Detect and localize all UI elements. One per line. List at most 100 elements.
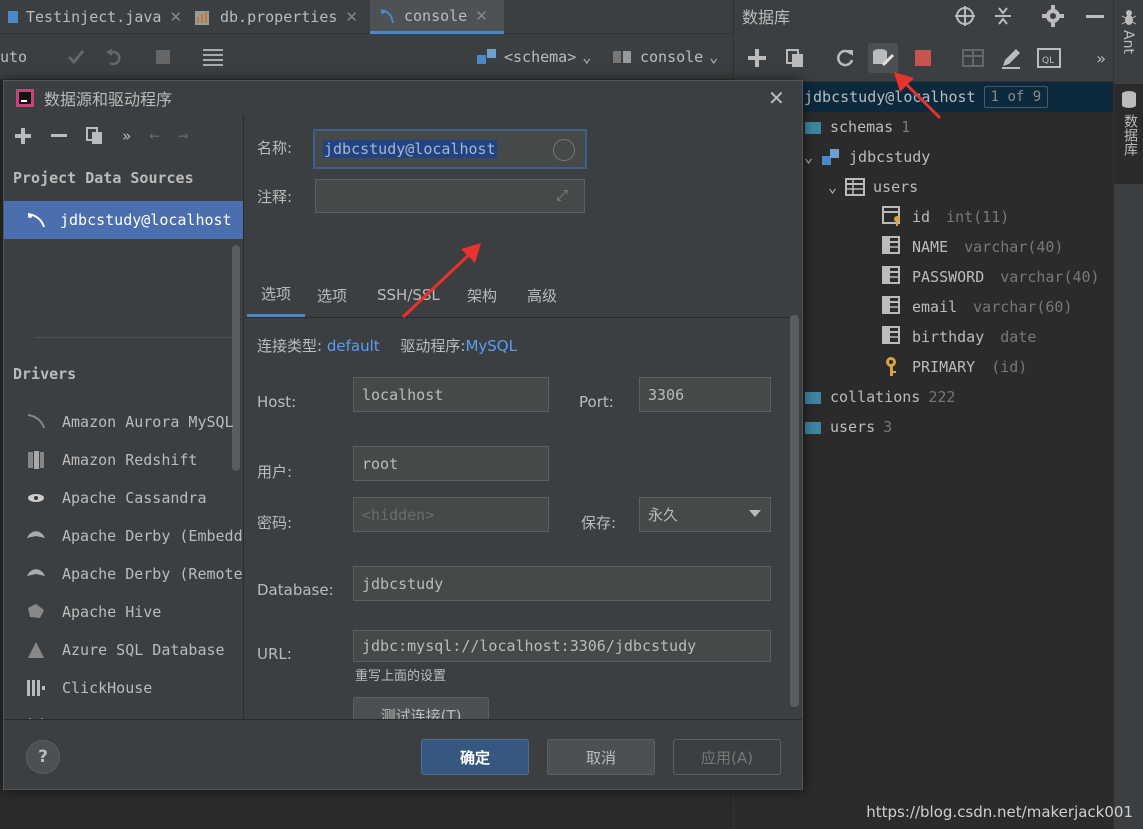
apply-button[interactable]: 应用(A): [673, 739, 781, 775]
schema-counter[interactable]: 1 of 9: [983, 86, 1049, 108]
ant-tool-button[interactable]: Ant: [1120, 8, 1138, 54]
remove-icon[interactable]: [50, 127, 68, 145]
user-input[interactable]: root: [353, 446, 549, 481]
driver-item[interactable]: Apache Derby (Embedd: [4, 517, 243, 555]
selected-data-source[interactable]: jdbcstudy@localhost: [4, 201, 243, 239]
driver-label: Apache Derby (Remote: [62, 565, 243, 583]
close-icon[interactable]: ✕: [169, 8, 182, 26]
more-icon[interactable]: »: [1086, 43, 1116, 73]
minimize-icon[interactable]: [1084, 5, 1106, 27]
commit-icon[interactable]: [66, 44, 86, 70]
tab-advanced[interactable]: 高级: [527, 273, 557, 317]
chevron-down-icon[interactable]: ⌄: [804, 148, 813, 166]
table-view-icon[interactable]: [958, 43, 988, 73]
driver-item[interactable]: Azure SQL Database: [4, 631, 243, 669]
tab-options[interactable]: 选项: [317, 273, 347, 317]
column-name: id: [912, 208, 931, 226]
database-tool-button[interactable]: 数据库: [1114, 84, 1143, 184]
tab-console[interactable]: console ✕: [370, 0, 504, 34]
tree-column[interactable]: id int(11): [882, 202, 1009, 232]
driver-item[interactable]: Exasol: [4, 707, 243, 719]
close-icon[interactable]: ✕: [345, 8, 358, 26]
driver-label: ClickHouse: [62, 679, 153, 697]
settings-list-icon[interactable]: [202, 44, 224, 70]
add-icon[interactable]: [742, 43, 772, 73]
sql-console-icon[interactable]: QL: [1034, 43, 1064, 73]
transaction-mode-dropdown[interactable]: uto: [0, 44, 27, 70]
schema-dropdown[interactable]: <schema> ⌄: [476, 44, 591, 70]
data-source-form: 名称: jdbcstudy@localhost 注释: ⤢ 选项 选项 SSH/…: [245, 115, 802, 733]
tree-column[interactable]: PRIMARY (id): [882, 352, 1027, 382]
password-input[interactable]: <hidden>: [353, 497, 549, 532]
tree-column[interactable]: PASSWORD varchar(40): [882, 262, 1100, 292]
tree-column[interactable]: birthday date: [882, 322, 1036, 352]
rollback-icon[interactable]: [104, 44, 124, 70]
database-label: Database:: [257, 581, 334, 599]
driver-item[interactable]: ClickHouse: [4, 669, 243, 707]
url-input[interactable]: jdbc:mysql://localhost:3306/jdbcstudy: [353, 630, 771, 662]
column-icon: [882, 236, 904, 258]
locate-icon[interactable]: [954, 5, 976, 27]
tree-column[interactable]: NAME varchar(40): [882, 232, 1063, 262]
transaction-mode-label: uto: [0, 48, 28, 66]
forward-arrow-icon[interactable]: →: [178, 125, 189, 146]
cancel-button[interactable]: 取消: [547, 739, 655, 775]
comment-input[interactable]: ⤢: [315, 179, 585, 213]
copy-icon[interactable]: [780, 43, 810, 73]
dialog-title-bar: 数据源和驱动程序 ✕: [4, 81, 802, 115]
driver-label: Apache Derby (Embedd: [62, 527, 243, 545]
close-icon[interactable]: ✕: [475, 7, 488, 25]
column-type: varchar(40): [1000, 268, 1100, 286]
save-value: 永久: [648, 506, 679, 524]
driver-label: Amazon Aurora MySQL: [62, 413, 234, 431]
console-icon: [378, 7, 396, 25]
hive-icon: [26, 602, 46, 622]
edit-icon[interactable]: [996, 43, 1026, 73]
duplicate-icon[interactable]: [86, 126, 104, 145]
schema-icon: [821, 148, 841, 166]
driver-item[interactable]: Apache Hive: [4, 593, 243, 631]
name-input[interactable]: jdbcstudy@localhost: [313, 129, 587, 169]
collapse-icon[interactable]: [992, 5, 1014, 27]
tree-schema-jdbcstudy[interactable]: ⌄ jdbcstudy: [804, 142, 930, 172]
dropdown-arrow-icon: [748, 508, 762, 518]
key-column-icon: [882, 206, 904, 228]
driver-item[interactable]: Amazon Aurora MySQL: [4, 403, 243, 441]
watermark-text: https://blog.csdn.net/makerjack001: [866, 803, 1133, 821]
port-input[interactable]: 3306: [639, 377, 771, 412]
host-input[interactable]: localhost: [353, 377, 549, 412]
expand-icon[interactable]: ⤢: [556, 186, 568, 204]
tree-label: users: [873, 178, 919, 196]
table-icon: [845, 178, 866, 196]
driver-link[interactable]: MySQL: [465, 337, 517, 355]
driver-item[interactable]: Amazon Redshift: [4, 441, 243, 479]
chevron-down-icon[interactable]: ⌄: [828, 178, 837, 196]
color-picker-icon[interactable]: [553, 139, 575, 161]
driver-item[interactable]: Apache Derby (Remote: [4, 555, 243, 593]
gear-icon[interactable]: [1042, 5, 1064, 27]
driver-item[interactable]: Apache Cassandra: [4, 479, 243, 517]
chevron-down-icon: ⌄: [582, 48, 592, 66]
tab-general[interactable]: 选项: [247, 273, 305, 317]
editor-toolbar: uto <schema> ⌄ console ⌄: [0, 34, 733, 80]
database-input[interactable]: jdbcstudy: [353, 566, 771, 601]
ok-button[interactable]: 确定: [421, 739, 529, 775]
refresh-icon[interactable]: [830, 43, 860, 73]
tree-table-users[interactable]: ⌄ users: [828, 172, 918, 202]
tree-users-folder[interactable]: users 3: [804, 412, 892, 442]
help-button[interactable]: ?: [26, 740, 60, 774]
back-arrow-icon[interactable]: ←: [149, 125, 160, 146]
console-dropdown[interactable]: console ⌄: [612, 44, 718, 70]
connection-type-link[interactable]: default: [327, 337, 380, 355]
more-icon[interactable]: »: [122, 127, 131, 145]
stop-icon[interactable]: [154, 44, 172, 70]
tree-collations[interactable]: collations 222: [804, 382, 955, 412]
add-icon[interactable]: [14, 127, 32, 145]
tree-column[interactable]: email varchar(60): [882, 292, 1073, 322]
tab-testinject[interactable]: Testinject.java ✕: [0, 0, 190, 34]
clickhouse-icon: [26, 678, 46, 698]
form-scrollbar[interactable]: [790, 315, 799, 707]
save-dropdown[interactable]: 永久: [639, 497, 771, 532]
tab-db-properties[interactable]: db.properties ✕: [186, 0, 366, 34]
close-icon[interactable]: ✕: [768, 86, 785, 110]
